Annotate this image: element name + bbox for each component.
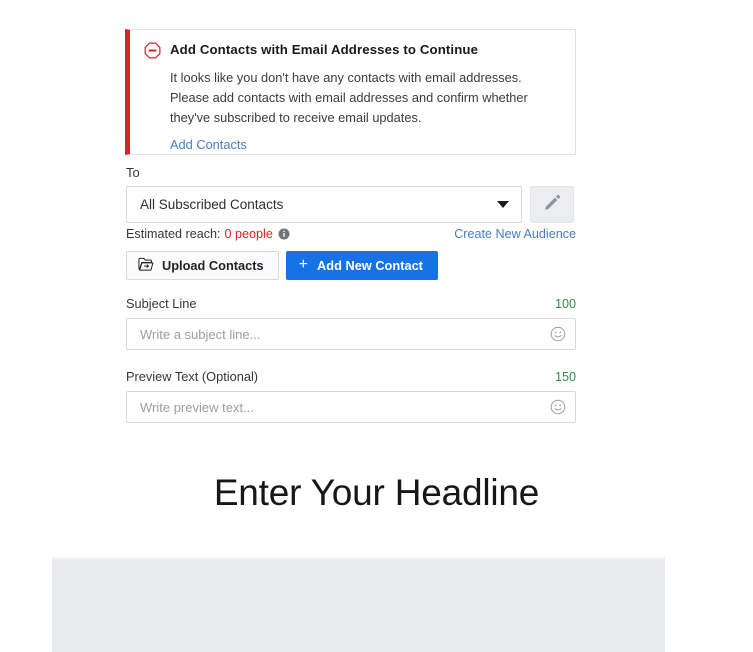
email-headline[interactable]: Enter Your Headline	[0, 472, 753, 514]
alert-body-text: It looks like you don't have any contact…	[170, 70, 528, 125]
estimated-reach-label: Estimated reach:	[126, 227, 221, 241]
preview-text-input[interactable]: Write preview text...	[126, 391, 576, 423]
edit-audience-button[interactable]	[530, 186, 574, 223]
info-icon[interactable]	[278, 228, 290, 240]
email-image-placeholder[interactable]	[52, 557, 665, 652]
upload-contacts-label: Upload Contacts	[162, 258, 264, 273]
contacts-required-alert: Add Contacts with Email Addresses to Con…	[125, 29, 576, 155]
subject-line-field-group: Subject Line 100 Write a subject line...	[126, 296, 576, 350]
add-new-contact-button[interactable]: + Add New Contact	[285, 251, 438, 280]
alert-title: Add Contacts with Email Addresses to Con…	[170, 42, 479, 57]
contact-actions-row: Upload Contacts + Add New Contact	[126, 251, 438, 280]
upload-contacts-button[interactable]: Upload Contacts	[126, 251, 279, 280]
preview-text-counter: 150	[554, 370, 576, 384]
subject-line-counter: 100	[554, 297, 576, 311]
smiley-face-icon[interactable]	[550, 326, 566, 342]
subject-line-placeholder: Write a subject line...	[140, 326, 261, 342]
add-new-contact-label: Add New Contact	[317, 258, 423, 273]
pencil-icon	[543, 193, 562, 217]
audience-select[interactable]: All Subscribed Contacts	[126, 186, 522, 223]
audience-select-value: All Subscribed Contacts	[140, 197, 284, 212]
smiley-face-icon[interactable]	[550, 399, 566, 415]
folder-open-icon	[138, 257, 154, 275]
preview-text-field-group: Preview Text (Optional) 150 Write previe…	[126, 369, 576, 423]
chevron-down-icon	[497, 201, 509, 208]
subject-line-input[interactable]: Write a subject line...	[126, 318, 576, 350]
preview-text-placeholder: Write preview text...	[140, 399, 254, 415]
stop-minus-icon	[144, 42, 161, 59]
add-contacts-link[interactable]: Add Contacts	[170, 137, 247, 152]
audience-selector-row: All Subscribed Contacts	[126, 186, 574, 223]
plus-icon: +	[298, 256, 309, 273]
create-new-audience-link[interactable]: Create New Audience	[454, 227, 576, 241]
estimated-reach-value: 0 people	[224, 227, 273, 241]
to-label: To	[126, 165, 140, 180]
subject-line-label: Subject Line	[126, 296, 197, 311]
estimated-reach-row: Estimated reach: 0 people Create New Aud…	[126, 227, 576, 241]
preview-text-label: Preview Text (Optional)	[126, 369, 259, 384]
